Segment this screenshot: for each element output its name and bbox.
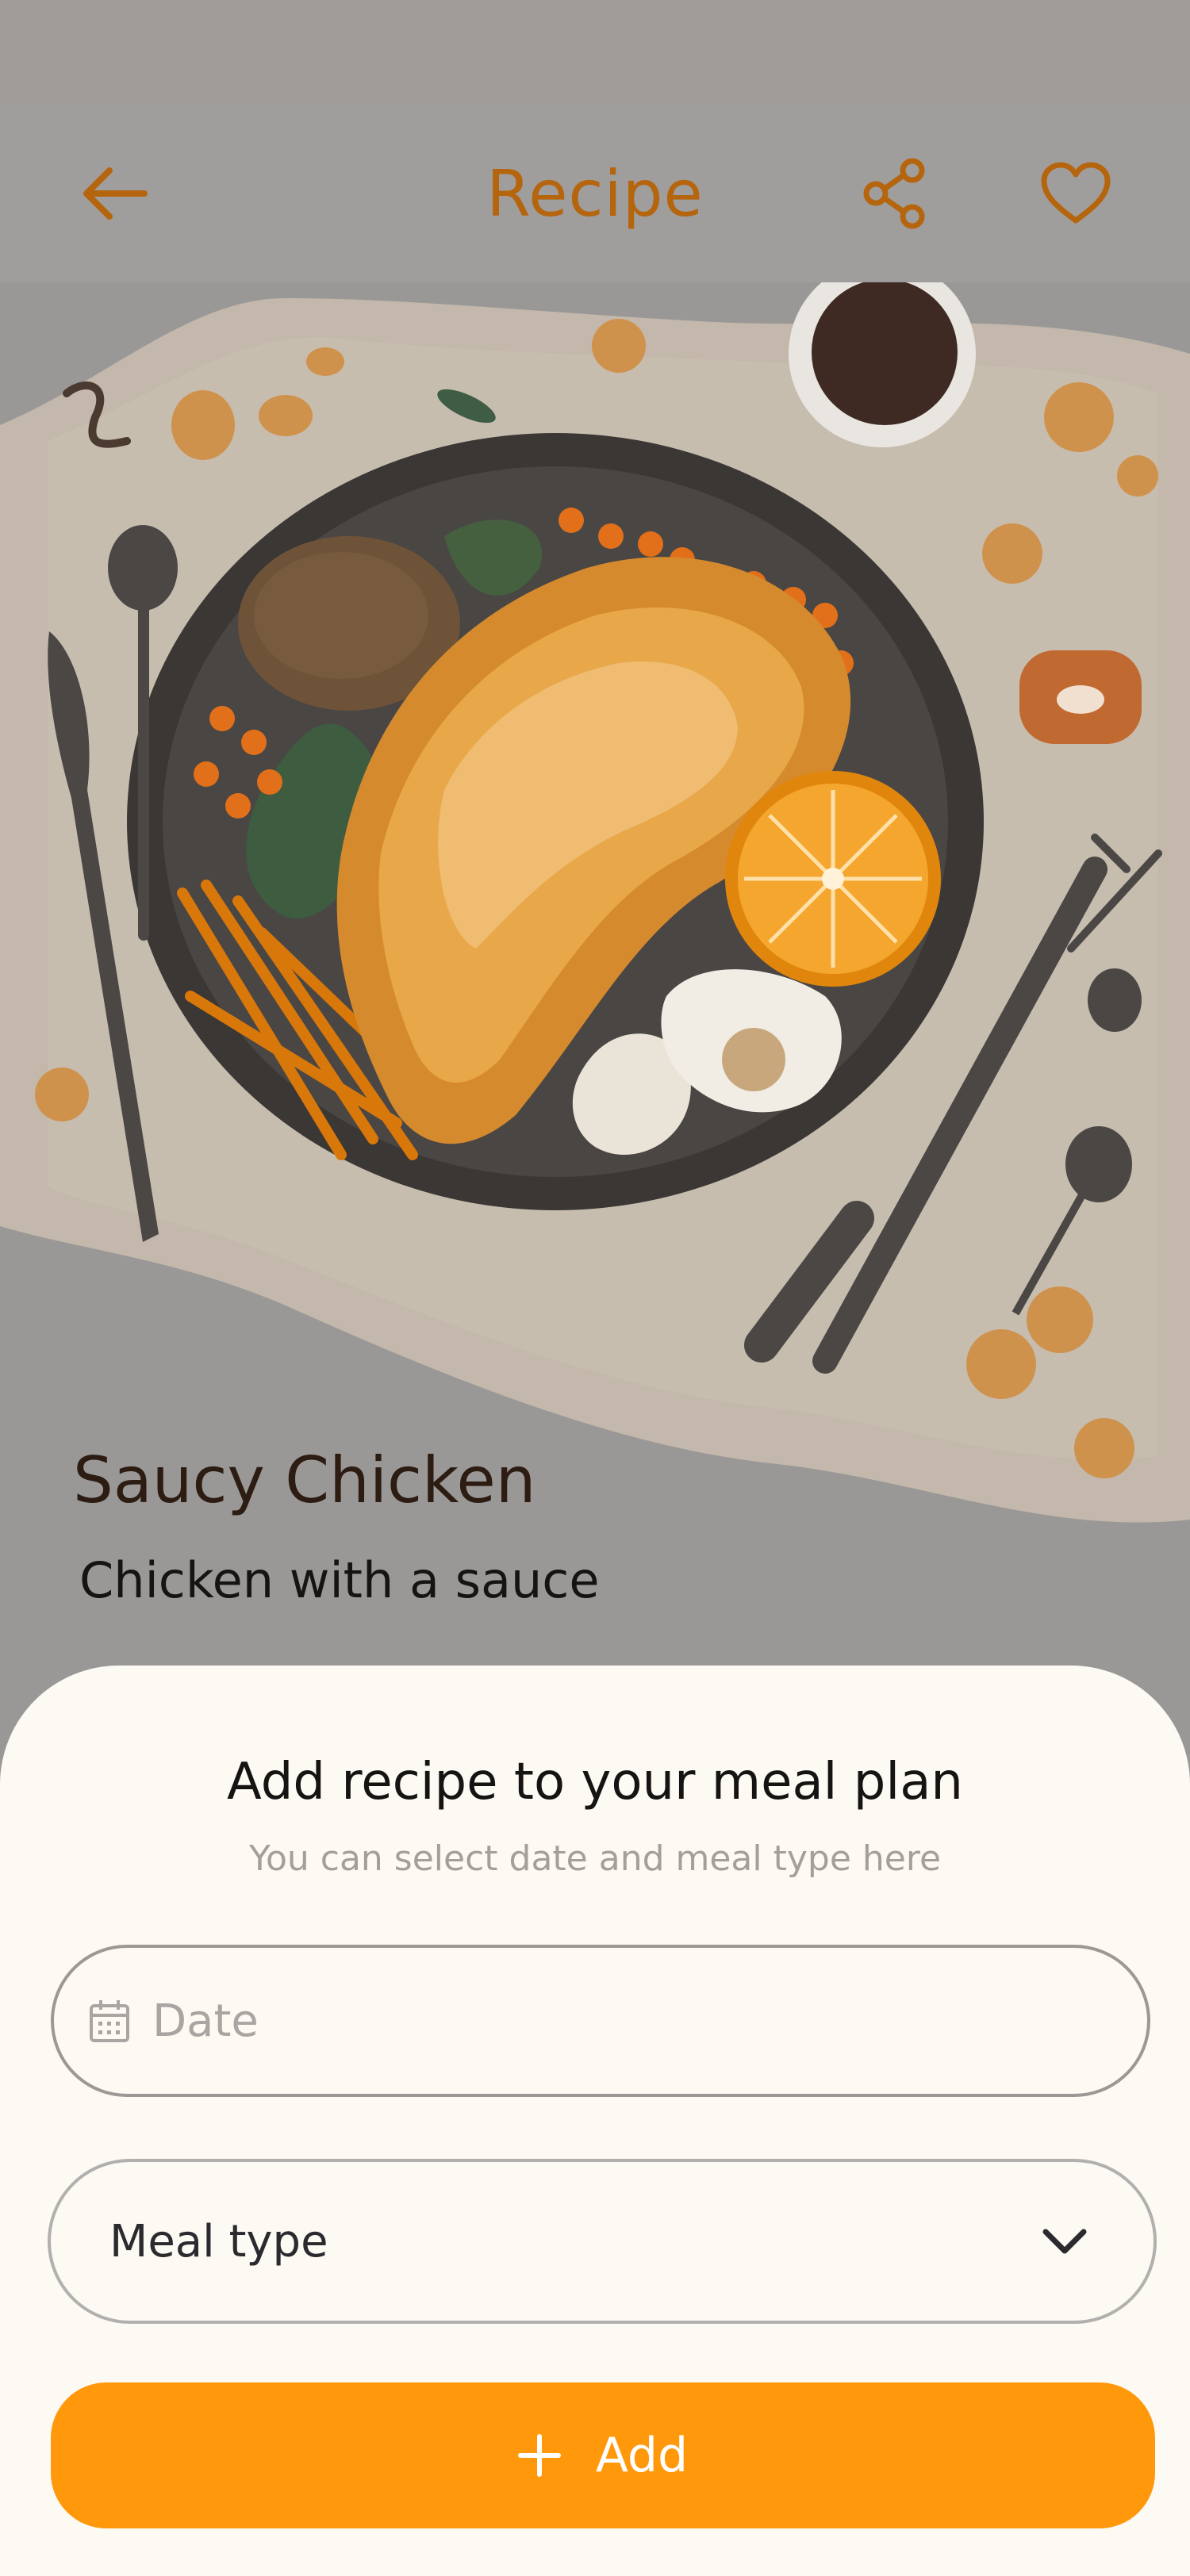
chevron-down-icon bbox=[1042, 2229, 1087, 2254]
calendar-icon bbox=[90, 2000, 129, 2042]
heart-icon bbox=[1041, 162, 1111, 224]
date-placeholder: Date bbox=[152, 1995, 259, 2047]
add-button[interactable]: Add bbox=[51, 2382, 1155, 2528]
plus-icon bbox=[517, 2434, 561, 2477]
add-button-label: Add bbox=[595, 2428, 689, 2483]
share-icon bbox=[863, 158, 925, 229]
recipe-title: Saucy Chicken bbox=[73, 1443, 536, 1517]
favorite-button[interactable] bbox=[1028, 146, 1123, 241]
recipe-image bbox=[0, 260, 1190, 1551]
app-bar: Recipe bbox=[0, 105, 1190, 282]
status-bar bbox=[0, 0, 1190, 105]
sheet-subtitle: You can select date and meal type here bbox=[248, 1838, 942, 1879]
date-field[interactable]: Date bbox=[51, 1945, 1150, 2097]
share-button[interactable] bbox=[847, 146, 942, 241]
meal-type-value: Meal type bbox=[109, 2215, 328, 2267]
meal-type-select[interactable]: Meal type bbox=[48, 2159, 1157, 2324]
page-title: Recipe bbox=[486, 157, 704, 231]
sheet-title: Add recipe to your meal plan bbox=[227, 1753, 963, 1811]
recipe-subtitle: Chicken with a sauce bbox=[79, 1551, 600, 1609]
